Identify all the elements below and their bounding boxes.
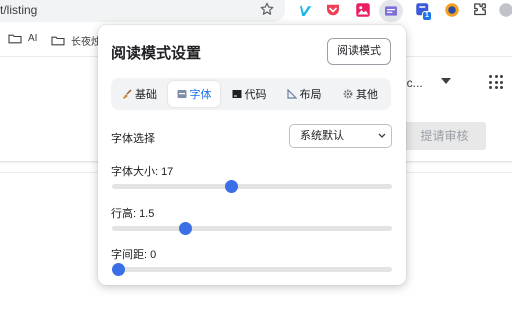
apps-grid-icon[interactable] (489, 75, 503, 89)
reader-mode-icon (385, 6, 397, 16)
avatar-icon[interactable] (443, 1, 461, 19)
tab-layout[interactable]: 布局 (278, 81, 330, 107)
letter-spacing-value: 0 (150, 249, 157, 261)
tab-label: 基础 (135, 89, 157, 101)
folder-icon (51, 36, 65, 46)
tab-basic[interactable]: 基础 (114, 81, 165, 107)
line-height-slider[interactable] (112, 222, 392, 235)
url-text[interactable]: t/listing (0, 3, 37, 17)
font-select-value: 系统默认 (300, 130, 344, 142)
letter-spacing-slider[interactable] (112, 263, 392, 276)
pocket-icon[interactable] (324, 1, 342, 19)
font-select[interactable]: 系统默认 (289, 124, 392, 148)
bookmark-folder[interactable]: AI (8, 33, 37, 44)
tab-label: 代码 (244, 89, 267, 101)
popup-title: 阅读模式设置 (111, 45, 202, 62)
address-bar[interactable]: t/listing (0, 0, 285, 22)
font-size-value: 17 (161, 166, 174, 178)
extension-badge: 1 (422, 11, 432, 21)
tab-label: 其他 (356, 89, 378, 101)
slider-thumb[interactable] (179, 222, 192, 235)
tab-other[interactable]: 其他 (333, 81, 388, 107)
tab-font[interactable]: 字体 (168, 81, 220, 107)
submit-review-button[interactable]: 提请审核 (403, 122, 486, 150)
reader-mode-extension[interactable] (379, 0, 403, 22)
font-icon (177, 90, 186, 98)
gear-icon (343, 89, 353, 99)
reader-settings-popup: 阅读模式设置 阅读模式 基础 字体 代码 布局 其他 字体选择 系统默认 字体大… (98, 25, 406, 285)
line-height-label: 行高: 1.5 (111, 208, 155, 220)
tab-label: 字体 (189, 89, 212, 101)
settings-tabs: 基础 字体 代码 布局 其他 (111, 78, 391, 110)
bookmark-star-icon[interactable] (259, 1, 275, 17)
terminal-icon (232, 90, 241, 98)
line-height-value: 1.5 (139, 208, 155, 220)
brush-icon (123, 89, 132, 99)
letter-spacing-label: 字间距: 0 (111, 249, 157, 261)
browser-profile-icon[interactable] (497, 1, 512, 19)
vimeo-icon[interactable] (297, 1, 315, 19)
reader-mode-button[interactable]: 阅读模式 (327, 38, 391, 65)
folder-icon (8, 34, 22, 44)
image-icon[interactable] (354, 1, 372, 19)
ruler-icon (286, 89, 297, 99)
bookmark-label: AI (28, 33, 38, 44)
tab-label: 布局 (299, 89, 322, 101)
bookmark-folder[interactable]: 长夜烛 (51, 33, 101, 48)
puzzle-icon[interactable] (471, 1, 489, 19)
browser-toolbar: t/listing 1 (0, 0, 512, 24)
slider-thumb[interactable] (224, 180, 238, 193)
chevron-down-icon[interactable] (441, 78, 451, 84)
tab-code[interactable]: 代码 (223, 81, 275, 107)
font-size-slider[interactable] (112, 180, 392, 193)
chevron-down-icon (378, 133, 386, 138)
bookmark-label: 长夜烛 (71, 37, 101, 48)
font-select-label: 字体选择 (111, 133, 155, 145)
font-size-label: 字体大小: 17 (111, 166, 174, 178)
slider-thumb[interactable] (112, 263, 125, 276)
